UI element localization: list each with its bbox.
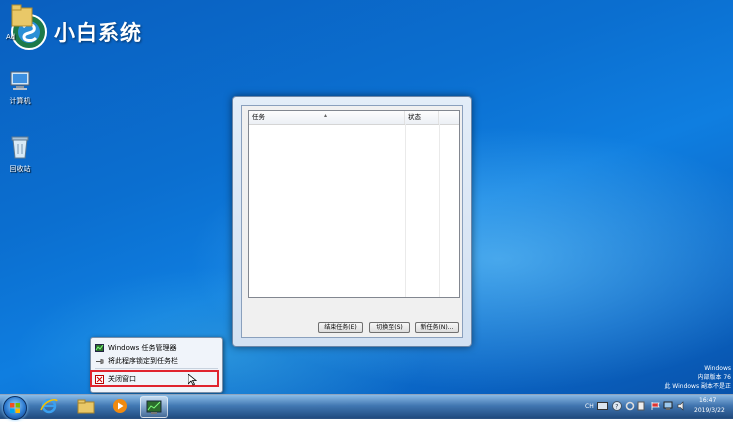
clock-date[interactable]: 2019/3/22 xyxy=(694,407,725,414)
column-divider xyxy=(405,124,406,297)
task-manager-icon xyxy=(95,343,104,352)
windows-logo-icon xyxy=(10,403,20,413)
folder-icon xyxy=(77,399,95,414)
settings-icon[interactable] xyxy=(625,401,635,411)
recycle-bin-icon xyxy=(11,136,29,159)
task-list-header: 任务 ▴ 状态 xyxy=(249,111,459,125)
brand-name: 小白系统 xyxy=(54,21,142,45)
language-indicator[interactable]: CH xyxy=(585,403,594,410)
watermark-line-2: 内部版本 76 xyxy=(697,374,731,381)
windows-watermark: Windows 内部版本 76 此 Windows 副本不是正 xyxy=(664,364,731,391)
desktop-icon-computer[interactable]: 计算机 xyxy=(0,70,40,106)
column-header-task[interactable]: 任务 ▴ xyxy=(249,111,405,124)
switch-to-button[interactable]: 切换至(S) xyxy=(369,322,410,333)
internet-explorer-icon xyxy=(40,398,58,414)
clock-time[interactable]: 16:47 xyxy=(699,397,716,404)
computer-icon xyxy=(10,71,30,90)
sort-ascending-icon: ▴ xyxy=(324,112,328,119)
new-task-button[interactable]: 新任务(N)... xyxy=(415,322,459,333)
pin-icon xyxy=(96,358,104,364)
desktop-icon-recycle-bin[interactable]: 回收站 xyxy=(0,134,40,174)
ime-icon[interactable] xyxy=(637,401,645,411)
network-icon[interactable] xyxy=(663,401,673,411)
svg-text:?: ? xyxy=(615,404,618,411)
watermark-line-3: 此 Windows 副本不是正 xyxy=(664,383,731,390)
mouse-cursor-icon xyxy=(188,374,197,386)
taskbar-button-internet-explorer[interactable] xyxy=(36,396,62,416)
desktop-icon-label: 回收站 xyxy=(9,165,31,173)
task-list[interactable]: 任务 ▴ 状态 xyxy=(248,110,460,298)
desktop-icon-label: 计算机 xyxy=(9,97,31,105)
column-header-status[interactable]: 状态 xyxy=(405,111,439,124)
close-window-highlight xyxy=(90,370,219,387)
column-header-task-label: 任务 xyxy=(252,113,265,121)
taskbar-button-media-player[interactable] xyxy=(107,396,133,416)
taskbar-button-task-manager[interactable] xyxy=(140,396,168,418)
jump-list-item-task-manager[interactable]: Windows 任务管理器 xyxy=(95,342,176,354)
jump-list-item-label: Windows 任务管理器 xyxy=(108,344,177,352)
start-button[interactable] xyxy=(3,396,27,420)
column-divider xyxy=(439,124,440,297)
desktop-icon-user-folder[interactable]: Ad xyxy=(2,3,42,41)
volume-icon[interactable] xyxy=(677,401,687,411)
task-manager-applications-panel: 任务 ▴ 状态 结束任务(E) 切换至(S) 新任务(N)... xyxy=(241,105,463,338)
column-header-status-label: 状态 xyxy=(408,113,421,121)
jump-list-item-pin-to-taskbar[interactable]: 将此程序锁定到任务栏 xyxy=(95,355,178,367)
jump-list-item-label: 将此程序锁定到任务栏 xyxy=(108,357,178,365)
help-icon[interactable]: ? xyxy=(612,401,622,411)
desktop-icon-label: Ad xyxy=(6,33,16,41)
watermark-line-1: Windows xyxy=(704,365,731,372)
taskbar-button-explorer[interactable] xyxy=(73,396,99,416)
end-task-button[interactable]: 结束任务(E) xyxy=(318,322,363,333)
keyboard-icon[interactable] xyxy=(597,402,608,410)
task-manager-icon xyxy=(146,400,162,414)
taskbar-jump-list: Windows 任务管理器 将此程序锁定到任务栏 关闭窗口 xyxy=(90,337,223,393)
media-player-icon xyxy=(113,399,127,413)
jump-list-separator xyxy=(95,368,218,369)
folder-icon xyxy=(11,4,33,27)
task-manager-window[interactable]: 任务 ▴ 状态 结束任务(E) 切换至(S) 新任务(N)... xyxy=(232,96,472,347)
action-center-flag-icon[interactable] xyxy=(651,402,660,410)
